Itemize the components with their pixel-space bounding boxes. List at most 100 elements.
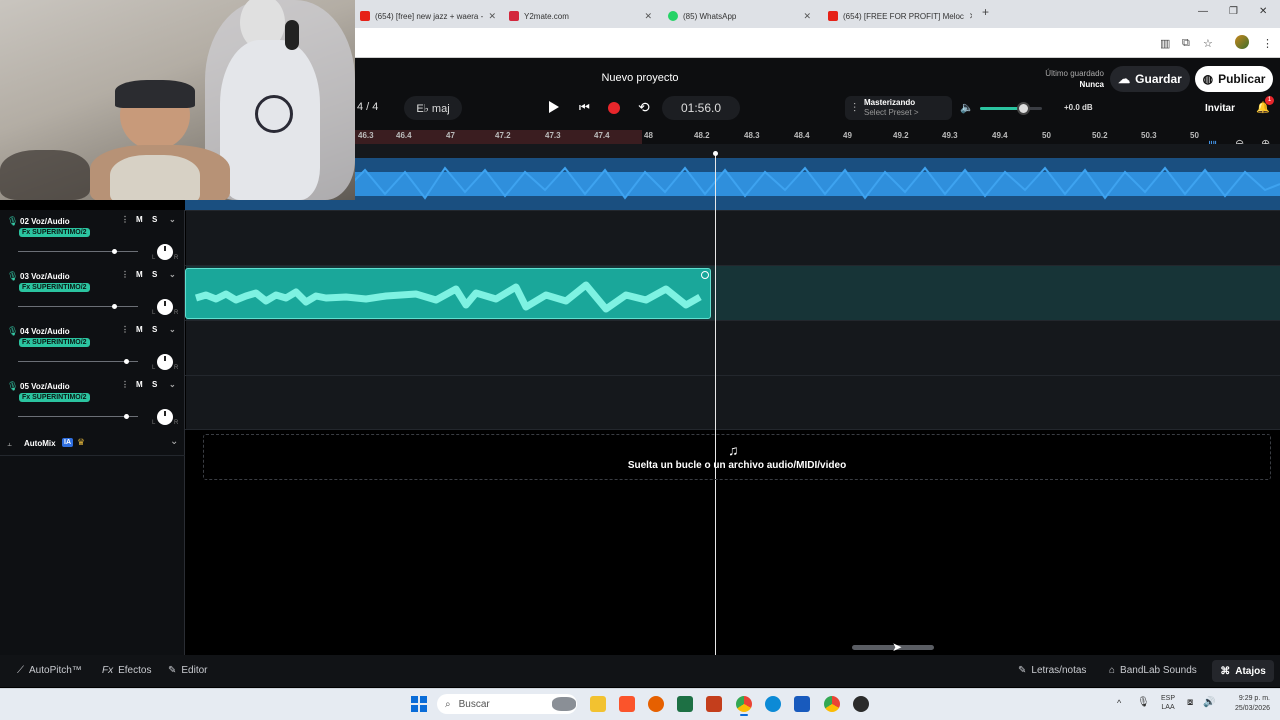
loop-icon[interactable]: ⟲ (638, 99, 650, 116)
solo-button[interactable]: S (152, 380, 157, 389)
pan-knob[interactable] (157, 409, 173, 425)
chevron-down-icon[interactable]: ⌄ (169, 380, 176, 389)
track-volume-thumb[interactable] (124, 359, 129, 364)
chrome-icon[interactable] (736, 696, 752, 712)
fx-preset-badge[interactable]: Fx SUPERINTIMO/2 (19, 283, 90, 292)
chevron-down-icon[interactable]: ⌄ (169, 215, 176, 224)
publish-button[interactable]: ◍ Publicar (1195, 66, 1273, 92)
close-window-button[interactable]: ✕ (1259, 6, 1267, 17)
fx-preset-badge[interactable]: Fx SUPERINTIMO/2 (19, 338, 90, 347)
pan-knob[interactable] (157, 299, 173, 315)
track-menu-icon[interactable]: ⋮ (121, 215, 129, 224)
word-icon[interactable] (794, 696, 810, 712)
chevron-down-icon[interactable]: ⌄ (169, 270, 176, 279)
brave-icon[interactable] (619, 696, 635, 712)
automix-row[interactable]: ⫠ AutoMix IA ♛ ⌄ (0, 430, 185, 456)
mute-button[interactable]: M (136, 270, 143, 279)
record-icon[interactable] (608, 102, 620, 114)
browser-tab[interactable]: Y2mate.com ✕ (503, 4, 658, 28)
lyrics-button[interactable]: ✎ Letras/notas (1018, 665, 1086, 676)
track-name[interactable]: 05 Voz/Audio (20, 382, 70, 391)
microphone-icon[interactable]: 🎙 (1137, 697, 1150, 708)
bookmark-star-icon[interactable]: ☆ (1203, 37, 1213, 50)
track-name[interactable]: 04 Voz/Audio (20, 327, 70, 336)
invite-button[interactable]: Invitar (1205, 103, 1235, 114)
browser-tab[interactable]: (654) [FREE FOR PROFIT] Meloc ✕ (822, 4, 972, 28)
solo-button[interactable]: S (152, 325, 157, 334)
project-title[interactable]: Nuevo proyecto (560, 72, 720, 84)
effects-button[interactable]: Fx Efectos (102, 665, 151, 676)
track-volume-slider[interactable] (18, 361, 138, 362)
reading-list-icon[interactable]: ▥ (1160, 37, 1170, 50)
time-signature[interactable]: 4 / 4 (357, 101, 378, 113)
track-header[interactable]: 🎙 04 Voz/Audio ⋮ M S ⌄ Fx SUPERINTIMO/2 L R (0, 321, 185, 375)
mute-button[interactable]: M (136, 325, 143, 334)
track-name[interactable]: 02 Voz/Audio (20, 217, 70, 226)
playhead-handle[interactable] (713, 151, 718, 156)
new-tab-button[interactable]: + (982, 5, 989, 19)
track-name[interactable]: 03 Voz/Audio (20, 272, 70, 281)
tray-chevron-icon[interactable]: ^ (1117, 698, 1121, 708)
solo-button[interactable]: S (152, 215, 157, 224)
windows-start-icon[interactable] (411, 696, 427, 712)
track-header[interactable]: 🎙 05 Voz/Audio ⋮ M S ⌄ Fx SUPERINTIMO/2 L R (0, 376, 185, 430)
track-header[interactable]: 🎙 03 Voz/Audio ⋮ M S ⌄ Fx SUPERINTIMO/2 L R (0, 266, 185, 320)
clock[interactable]: 9:29 p. m. 25/03/2026 (1218, 694, 1270, 714)
edge-icon[interactable] (765, 696, 781, 712)
track-header[interactable]: 🎙 02 Voz/Audio ⋮ M S ⌄ Fx SUPERINTIMO/2 L R (0, 211, 185, 265)
browser-tab[interactable]: (85) WhatsApp ✕ (662, 4, 817, 28)
solo-button[interactable]: S (152, 270, 157, 279)
track-volume-slider[interactable] (18, 306, 138, 307)
close-icon[interactable]: ✕ (803, 11, 811, 22)
mastering-button[interactable]: ⫶ Masterizando Select Preset > (845, 96, 952, 120)
profile-avatar[interactable] (1235, 35, 1249, 49)
chevron-down-icon[interactable]: ⌄ (169, 325, 176, 334)
chevron-down-icon[interactable]: ⌄ (170, 436, 178, 447)
track-volume-slider[interactable] (18, 251, 138, 252)
speaker-icon[interactable]: 🔈 (960, 101, 974, 114)
minimize-button[interactable]: — (1198, 6, 1208, 17)
obs-icon[interactable] (853, 696, 869, 712)
track-menu-icon[interactable]: ⋮ (121, 380, 129, 389)
key-selector[interactable]: E♭ maj (404, 96, 462, 120)
add-music-icon: ♫ (728, 442, 739, 458)
install-app-icon[interactable]: ⧉ (1182, 37, 1190, 50)
close-icon[interactable]: ✕ (969, 11, 972, 22)
file-explorer-icon[interactable] (590, 696, 606, 712)
fx-preset-badge[interactable]: Fx SUPERINTIMO/2 (19, 228, 90, 237)
firefox-icon[interactable] (648, 696, 664, 712)
browser-tab[interactable]: (654) [free] new jazz + waera - ✕ (354, 4, 502, 28)
track-volume-thumb[interactable] (124, 414, 129, 419)
track-volume-thumb[interactable] (112, 304, 117, 309)
save-button[interactable]: ☁ Guardar (1110, 66, 1190, 92)
playhead[interactable] (715, 153, 716, 655)
master-volume-slider[interactable] (980, 107, 1042, 110)
mute-button[interactable]: M (136, 380, 143, 389)
bandlab-sounds-button[interactable]: ⌂ BandLab Sounds (1109, 665, 1197, 676)
track-volume-thumb[interactable] (112, 249, 117, 254)
powerpoint-icon[interactable] (706, 696, 722, 712)
pan-knob[interactable] (157, 354, 173, 370)
pan-knob[interactable] (157, 244, 173, 260)
editor-button[interactable]: ✎ Editor (168, 665, 208, 676)
close-icon[interactable]: ✕ (644, 11, 652, 22)
volume-icon[interactable]: 🔊 (1203, 697, 1215, 708)
maximize-button[interactable]: ❐ (1229, 6, 1238, 17)
track-menu-icon[interactable]: ⋮ (121, 270, 129, 279)
shortcuts-button[interactable]: ⌘ Atajos (1212, 660, 1274, 682)
play-icon[interactable] (549, 101, 559, 113)
language-indicator[interactable]: ESP LAA (1161, 694, 1175, 712)
audio-clip-track-03[interactable] (185, 268, 711, 319)
menu-icon[interactable]: ⋮ (1262, 37, 1273, 50)
excel-icon[interactable] (677, 696, 693, 712)
fx-preset-badge[interactable]: Fx SUPERINTIMO/2 (19, 393, 90, 402)
skip-back-icon[interactable]: ⏮ (579, 101, 590, 113)
track-menu-icon[interactable]: ⋮ (121, 325, 129, 334)
network-icon[interactable]: ⧇ (1187, 697, 1193, 708)
track-volume-slider[interactable] (18, 416, 138, 417)
chrome-profile-icon[interactable] (824, 696, 840, 712)
clip-handle-icon[interactable] (701, 271, 709, 279)
autopitch-button[interactable]: ⟋ AutoPitch™ (17, 665, 82, 676)
mute-button[interactable]: M (136, 215, 143, 224)
close-icon[interactable]: ✕ (488, 11, 496, 22)
